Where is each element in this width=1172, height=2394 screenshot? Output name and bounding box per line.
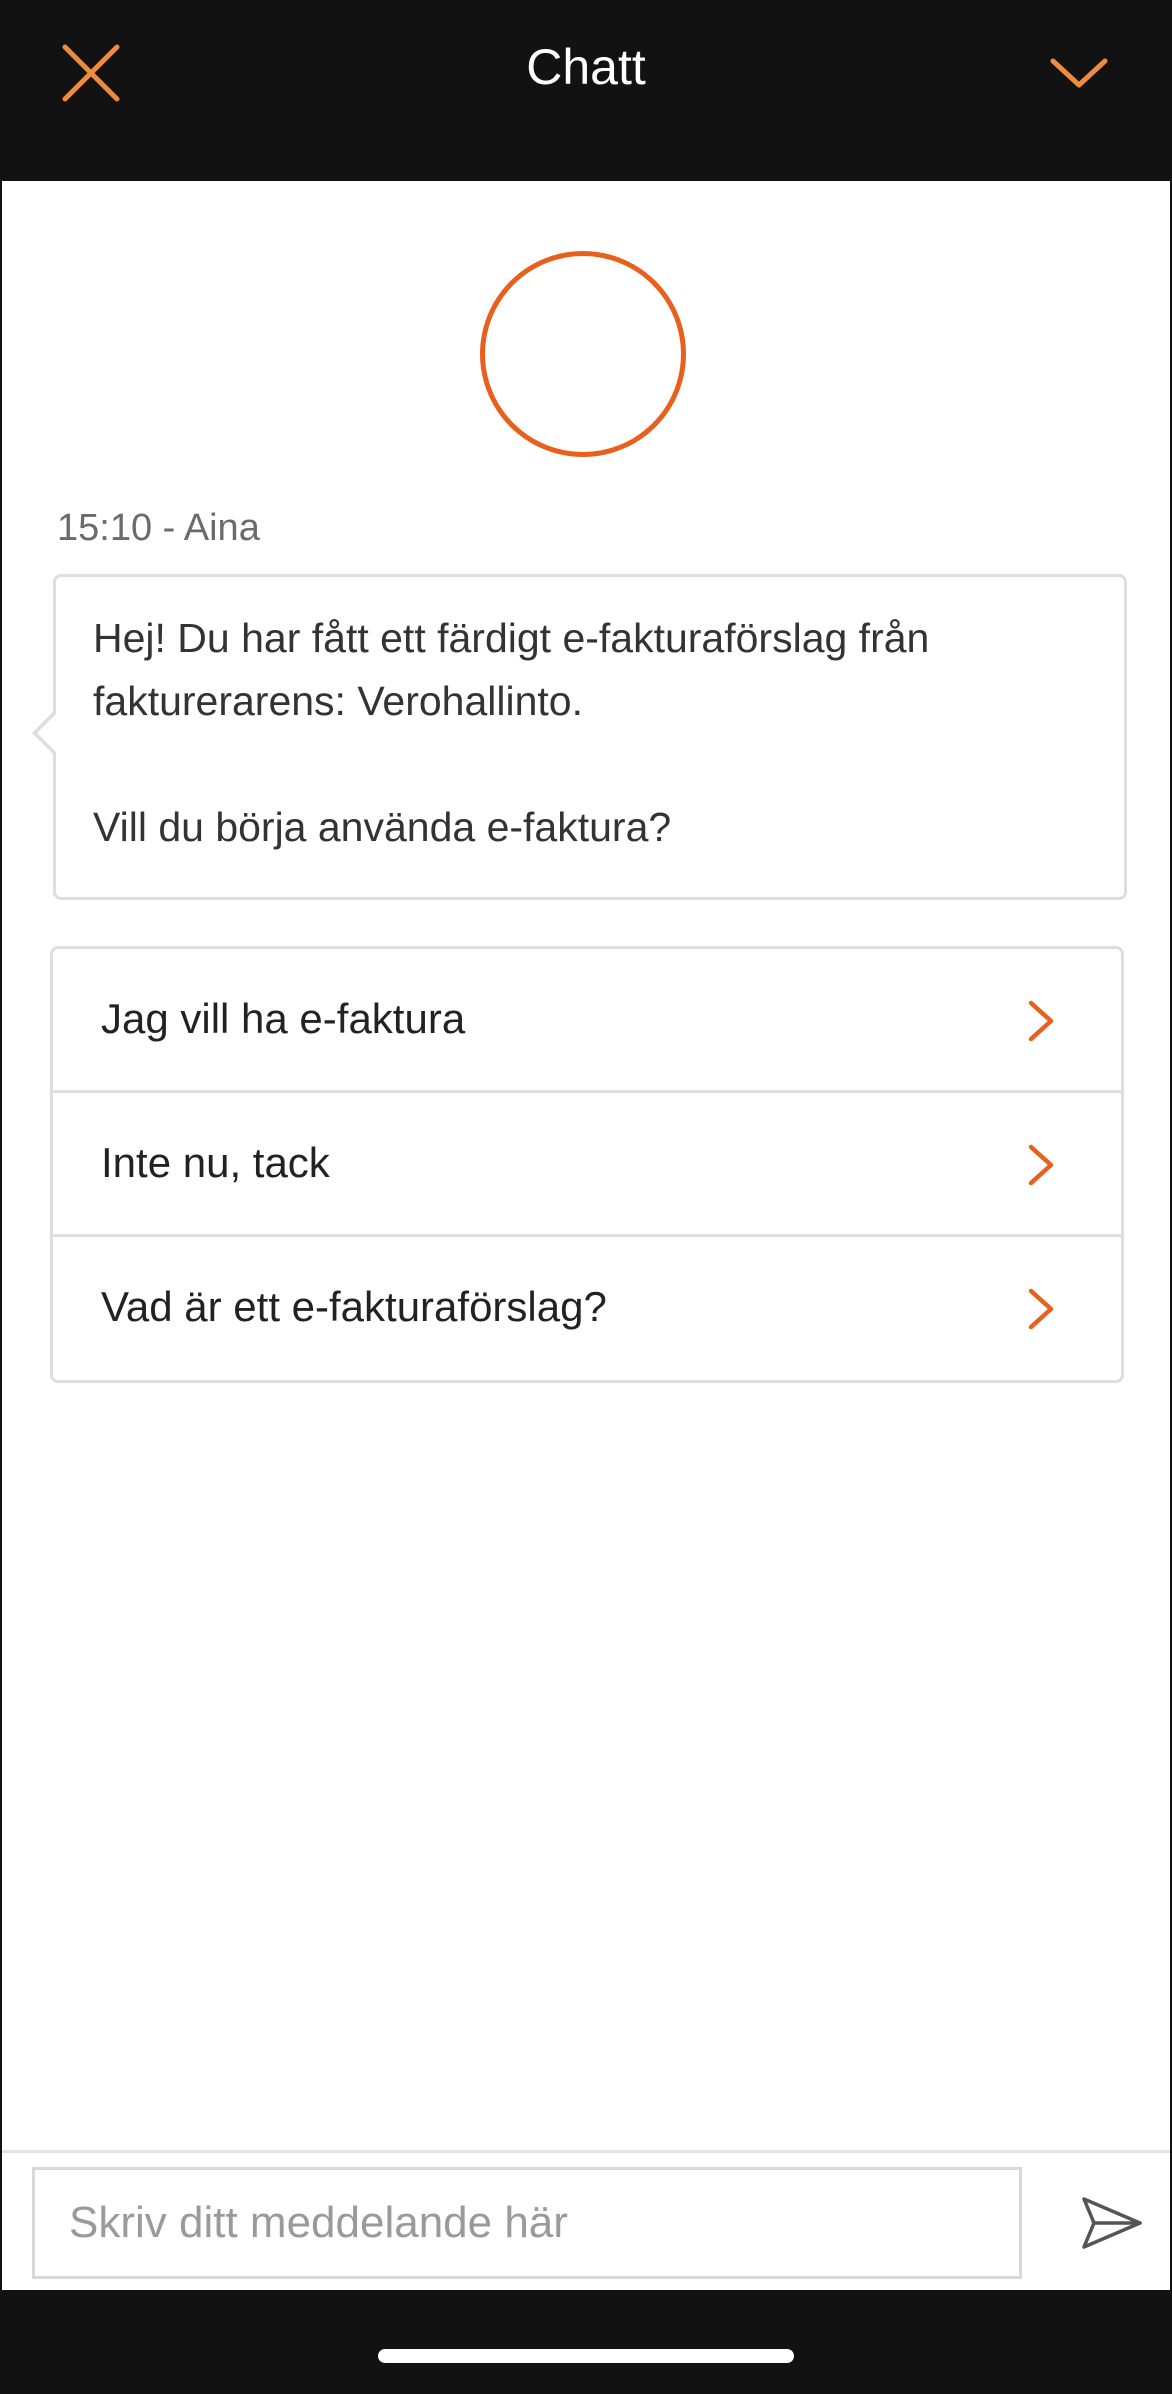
message-bubble: Hej! Du har fått ett färdigt e-fakturafö… [32, 574, 1127, 900]
page-title: Chatt [526, 39, 646, 95]
chat-screen: Chatt 15:10 - Aina Hej! Du har fått ett … [0, 0, 1172, 2394]
chevron-down-icon [1050, 58, 1108, 88]
quick-reply-label: Vad är ett e-fakturaförslag? [101, 1283, 607, 1330]
avatar [480, 251, 686, 457]
message-meta: 15:10 - Aina [57, 507, 260, 549]
send-icon [1082, 2197, 1142, 2249]
chat-content: 15:10 - Aina Hej! Du har fått ett färdig… [2, 181, 1170, 2150]
quick-reply-list: Jag vill ha e-faktura Inte nu, tack Vad … [50, 946, 1124, 1383]
send-button[interactable] [1072, 2183, 1152, 2263]
chevron-right-icon [1028, 1000, 1054, 1042]
quick-reply-option[interactable]: Vad är ett e-fakturaförslag? [53, 1237, 1121, 1380]
header-bar: Chatt [0, 0, 1172, 181]
composer-bar [2, 2150, 1170, 2290]
quick-reply-option[interactable]: Inte nu, tack [53, 1093, 1121, 1237]
home-indicator[interactable] [378, 2349, 794, 2363]
bubble-tail-inner [37, 713, 57, 753]
quick-reply-label: Inte nu, tack [101, 1139, 330, 1186]
chevron-right-icon [1028, 1288, 1054, 1330]
quick-reply-option[interactable]: Jag vill ha e-faktura [53, 949, 1121, 1093]
message-text: Hej! Du har fått ett färdigt e-fakturafö… [93, 615, 930, 850]
quick-reply-label: Jag vill ha e-faktura [101, 995, 466, 1042]
collapse-button[interactable] [1036, 30, 1122, 116]
message-input[interactable] [32, 2167, 1022, 2279]
chevron-right-icon [1028, 1144, 1054, 1186]
